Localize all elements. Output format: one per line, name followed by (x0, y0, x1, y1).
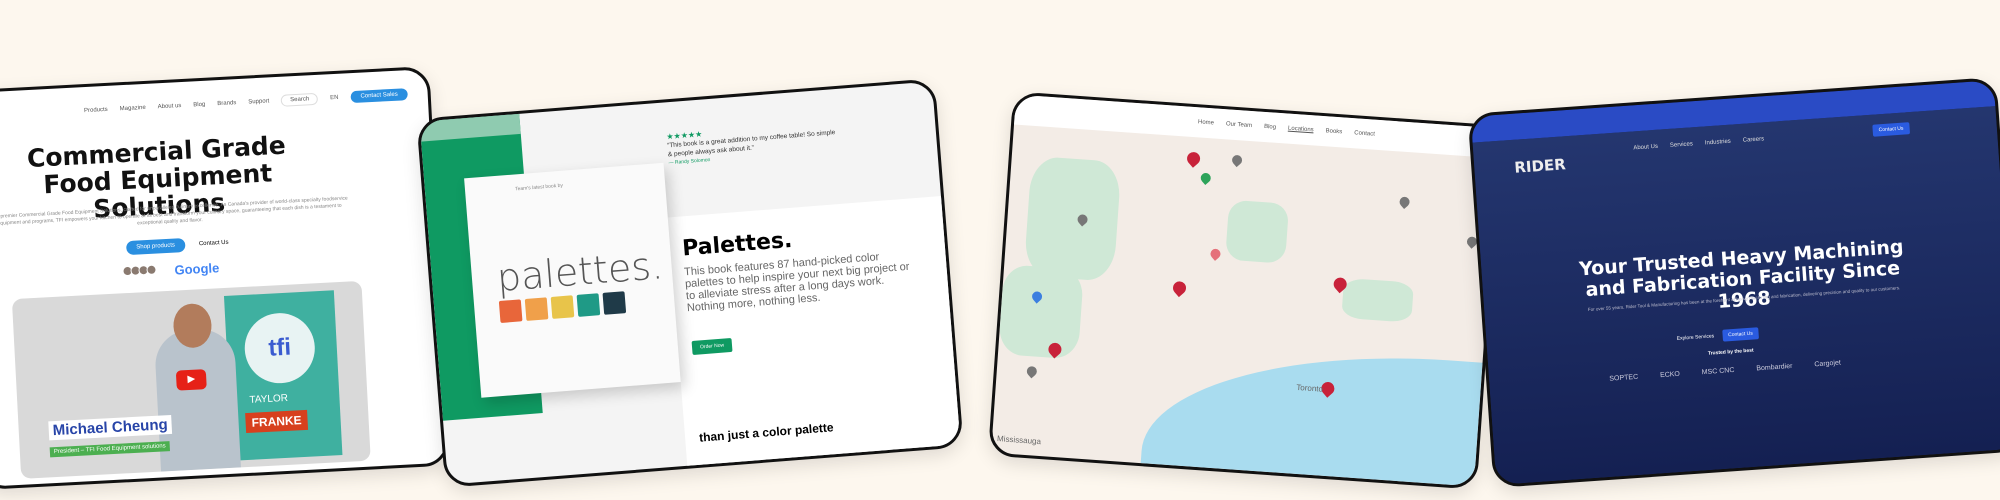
map-pin-icon[interactable] (1230, 153, 1245, 168)
nav-item[interactable]: Brands (217, 100, 236, 107)
rider-site-preview: RIDER About Us Services Industries Caree… (1467, 76, 2000, 489)
color-swatch (550, 295, 575, 319)
map-pin-icon[interactable] (1170, 278, 1189, 298)
map-pin-icon[interactable] (1184, 149, 1203, 168)
nav-item[interactable]: Books (1325, 128, 1342, 135)
contact-us-button[interactable]: Contact Us (1872, 122, 1910, 137)
lake-ontario (1140, 339, 1483, 487)
customer-avatars (122, 262, 157, 282)
presenter-role: President – TFI Food Equipment solutions (49, 441, 170, 458)
cover-label: Team's latest book by (514, 182, 564, 193)
presenter-name: Michael Cheung (48, 414, 173, 441)
nav-item[interactable]: Contact (1354, 130, 1375, 137)
taylor-logo: TAYLOR (249, 392, 289, 406)
color-swatch (576, 293, 601, 317)
color-swatch (498, 299, 523, 323)
top-nav: Products Magazine About us Blog Brands S… (84, 88, 409, 117)
play-icon[interactable]: ▶ (175, 369, 207, 391)
search-input[interactable]: Search (280, 92, 319, 107)
product-title: Palettes. (681, 227, 794, 262)
rider-logo[interactable]: RIDER (1514, 155, 1567, 177)
locations-map-preview: Toronto Mississauga Home Our Team Blog L… (987, 91, 1503, 490)
contact-us-button[interactable]: Contact Us (1721, 327, 1760, 342)
map-pin-icon[interactable] (1024, 364, 1039, 379)
explore-services-button[interactable]: Explore Services (1677, 333, 1715, 342)
nav-item[interactable]: Our Team (1226, 121, 1253, 129)
nav-item[interactable]: Blog (1264, 124, 1276, 131)
google-logo: Google (174, 259, 220, 278)
language-selector[interactable]: EN (330, 95, 339, 101)
video-player[interactable]: tfi TAYLOR FRANKE ▶ Michael Cheung Presi… (11, 280, 371, 479)
nav-item[interactable]: Home (1198, 119, 1214, 126)
nav-item[interactable]: About us (158, 103, 182, 110)
nav-item[interactable]: Magazine (120, 105, 146, 112)
nav-item[interactable]: Blog (193, 102, 205, 109)
book-cover: Team's latest book by palettes. (464, 162, 681, 398)
review: ★★★★★ “This book is a great addition to … (666, 119, 838, 168)
contact-us-link[interactable]: Contact Us (199, 240, 229, 248)
map-label: Toronto (1296, 382, 1324, 394)
brand-banner: tfi TAYLOR FRANKE (223, 290, 343, 461)
map-pin-icon[interactable] (1397, 194, 1412, 209)
map-pin-icon[interactable] (1208, 246, 1223, 261)
tfi-logo: tfi (242, 311, 317, 385)
order-now-button[interactable]: Order Now (691, 337, 733, 356)
food-equipment-site-preview: Products Magazine About us Blog Brands S… (0, 65, 451, 491)
nav-item[interactable]: Products (84, 107, 108, 114)
top-nav: Home Our Team Blog Locations Books Conta… (1014, 94, 1499, 159)
cover-title: palettes. (495, 243, 665, 301)
palettes-site-preview: ★★★★★ “This book is a great addition to … (416, 78, 964, 488)
color-swatch (602, 291, 627, 315)
section-heading: than just a color palette (698, 420, 835, 445)
nav-item-active[interactable]: Locations (1288, 126, 1314, 134)
map-label: Mississauga (996, 434, 1042, 447)
color-swatch (524, 297, 549, 321)
shop-products-button[interactable]: Shop products (125, 238, 186, 256)
map-pin-icon[interactable] (1198, 170, 1213, 186)
contact-sales-button[interactable]: Contact Sales (350, 88, 409, 104)
nav-item[interactable]: Support (248, 98, 269, 105)
client-logo: ECKO (1659, 370, 1681, 380)
franke-logo: FRANKE (245, 409, 309, 434)
